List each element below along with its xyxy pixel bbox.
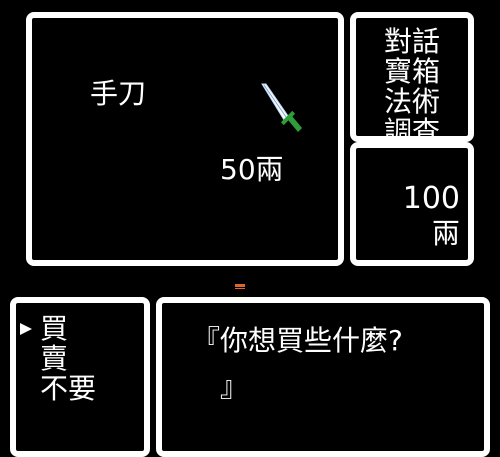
shop-menu-window: 買 賣 不要: [10, 297, 150, 457]
command-chest[interactable]: 寶箱: [384, 58, 440, 86]
dialog-text-line-2: 』: [220, 370, 249, 403]
menu-option-sell[interactable]: 賣: [40, 345, 68, 373]
dagger-icon: [261, 83, 302, 132]
money-amount: 100: [402, 181, 460, 216]
dialog-text-line-1: 『你想買些什麼?: [192, 324, 403, 357]
item-info-window: 手刀 50兩: [26, 12, 344, 266]
menu-option-cancel[interactable]: 不要: [40, 375, 96, 403]
dialog-window: 『你想買些什麼? 』: [156, 297, 490, 457]
orange-marker-icon: [235, 284, 245, 289]
command-talk[interactable]: 對話: [384, 28, 440, 56]
item-price: 50兩: [220, 153, 284, 186]
command-window: 對話 寶箱 法術 調查: [350, 12, 474, 142]
command-investigate[interactable]: 調查: [384, 118, 440, 137]
item-name: 手刀: [90, 77, 147, 110]
money-unit: 兩: [431, 217, 460, 250]
menu-option-buy[interactable]: 買: [40, 315, 68, 343]
selection-arrow-icon: [20, 323, 32, 335]
command-magic[interactable]: 法術: [384, 88, 440, 116]
money-window: 100 兩: [350, 142, 474, 266]
